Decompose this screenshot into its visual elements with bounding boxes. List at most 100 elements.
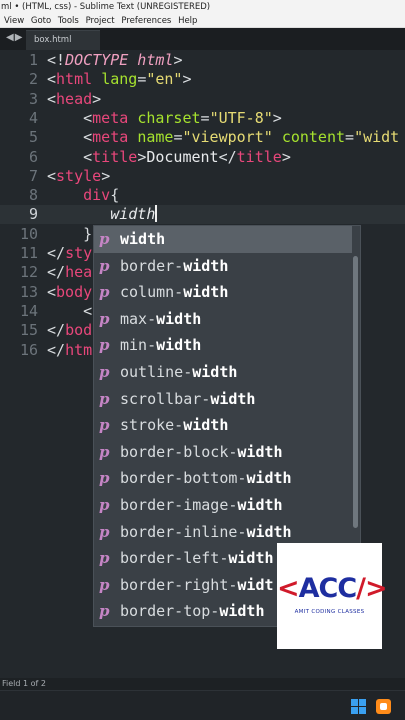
code-line[interactable]: 9 width (0, 205, 405, 225)
code-token: sty (65, 244, 93, 262)
autocomplete-item[interactable]: p scrollbar-width (94, 386, 352, 413)
code-line[interactable]: 3 <head> (0, 90, 405, 109)
code-token: Document (146, 147, 219, 166)
code-text: <title>Document</title> (47, 148, 291, 167)
autocomplete-label: border-bottom-width (120, 465, 292, 492)
code-line[interactable]: 2 <html lang="en"> (0, 70, 405, 89)
autocomplete-item[interactable]: p column-width (94, 279, 352, 306)
line-number: 9 (28, 205, 38, 224)
autocomplete-prefix: border-image- (120, 496, 238, 514)
line-number: 5 (28, 128, 38, 147)
property-kind-icon: p (99, 363, 110, 381)
code-token: < (83, 108, 93, 127)
code-text: } (47, 225, 92, 244)
autocomplete-label: max-width (120, 306, 201, 333)
autocomplete-match: width (183, 256, 229, 275)
code-token: meta (92, 128, 129, 147)
menu-preferences[interactable]: Preferences (121, 16, 171, 26)
autocomplete-prefix: column- (120, 283, 184, 302)
autocomplete-item[interactable]: p min-width (94, 332, 352, 359)
property-kind-icon: p (99, 522, 110, 541)
code-text: <head> (47, 90, 101, 109)
autocomplete-item[interactable]: p border-bottom-width (94, 465, 352, 492)
code-token: > (92, 89, 102, 108)
autocomplete-label: border-left-width (120, 545, 274, 572)
code-token: title (236, 147, 282, 166)
property-kind-icon: p (99, 496, 110, 514)
menu-goto[interactable]: Goto (31, 16, 51, 26)
code-text: <!DOCTYPE html> (47, 51, 182, 70)
autocomplete-match: width (237, 442, 283, 461)
line-number: 11 (19, 244, 38, 262)
sublime-app-icon[interactable] (376, 699, 391, 714)
code-token: title (92, 147, 138, 166)
autocomplete-item[interactable]: p stroke-width (94, 412, 352, 439)
autocomplete-item[interactable]: p border-block-width (94, 439, 352, 466)
menu-view[interactable]: View (4, 16, 24, 26)
code-token: = (137, 70, 147, 89)
property-kind-icon: p (99, 230, 110, 248)
autocomplete-prefix: border-block- (120, 442, 238, 461)
autocomplete-item[interactable]: p max-width (94, 306, 352, 333)
code-token: div (83, 186, 111, 205)
code-token: = (200, 108, 210, 127)
code-line[interactable]: 8 div{ (0, 186, 405, 205)
code-line[interactable]: 7 <style> (0, 167, 405, 186)
code-token: < (47, 89, 57, 108)
autocomplete-match: width (192, 363, 238, 381)
acc-logo: <ACC/> AMIT CODING CLASSES (277, 543, 388, 649)
menu-project[interactable]: Project (86, 16, 115, 26)
code-token: "UTF-8" (209, 108, 273, 127)
property-kind-icon: p (99, 602, 110, 621)
autocomplete-label: border-width (120, 253, 228, 280)
line-number: 1 (28, 51, 38, 69)
code-token: > (272, 108, 282, 127)
taskbar (0, 690, 405, 720)
property-kind-icon: p (99, 416, 110, 435)
code-text: width (47, 205, 157, 224)
autocomplete-match: widt (237, 575, 274, 594)
code-line[interactable]: 6 <title>Document</title> (0, 148, 405, 167)
code-line[interactable]: 1 <!DOCTYPE html> (0, 51, 405, 70)
autocomplete-prefix: outline- (120, 363, 193, 381)
code-line[interactable]: 4 <meta charset="UTF-8"> (0, 109, 405, 128)
windows-start-icon[interactable] (351, 699, 366, 714)
code-text: <body (47, 283, 92, 302)
menu-tools[interactable]: Tools (58, 16, 79, 26)
code-text: </bod (47, 321, 92, 340)
menu-help[interactable]: Help (178, 16, 197, 26)
code-text: <meta name="viewport" content="widt (47, 128, 399, 147)
property-kind-icon: p (99, 389, 110, 408)
autocomplete-match: width (246, 522, 292, 541)
autocomplete-scrollbar[interactable] (353, 256, 358, 528)
code-text: <meta charset="UTF-8"> (47, 109, 282, 128)
code-token: > (182, 70, 192, 89)
property-kind-icon: p (99, 442, 110, 461)
autocomplete-label: outline-width (120, 359, 237, 386)
autocomplete-item[interactable]: p outline-width (94, 359, 352, 386)
code-token: "en" (146, 70, 183, 89)
autocomplete-item[interactable]: p border-inline-width (94, 519, 352, 546)
tab-back-icon[interactable]: ◀ (6, 32, 15, 43)
autocomplete-prefix: border-inline- (120, 522, 247, 541)
tab-box-html[interactable]: box.html (26, 30, 100, 50)
tab-forward-icon[interactable]: ▶ (15, 32, 24, 43)
code-text: < (47, 302, 92, 321)
code-token: < (83, 301, 93, 320)
autocomplete-item[interactable]: p border-image-width (94, 492, 352, 519)
property-kind-icon: p (99, 575, 110, 594)
autocomplete-item[interactable]: p border-width (94, 253, 352, 280)
code-token: { (110, 186, 120, 205)
code-token: head (56, 89, 93, 108)
status-bar: Field 1 of 2 (0, 678, 405, 690)
code-text: </sty (47, 244, 92, 263)
autocomplete-label: scrollbar-width (120, 386, 255, 413)
code-token: </ (47, 321, 66, 340)
code-line[interactable]: 5 <meta name="viewport" content="widt (0, 128, 405, 147)
autocomplete-prefix: border-right- (120, 575, 238, 594)
autocomplete-match: width (246, 469, 292, 488)
autocomplete-item[interactable]: p width (94, 226, 352, 253)
